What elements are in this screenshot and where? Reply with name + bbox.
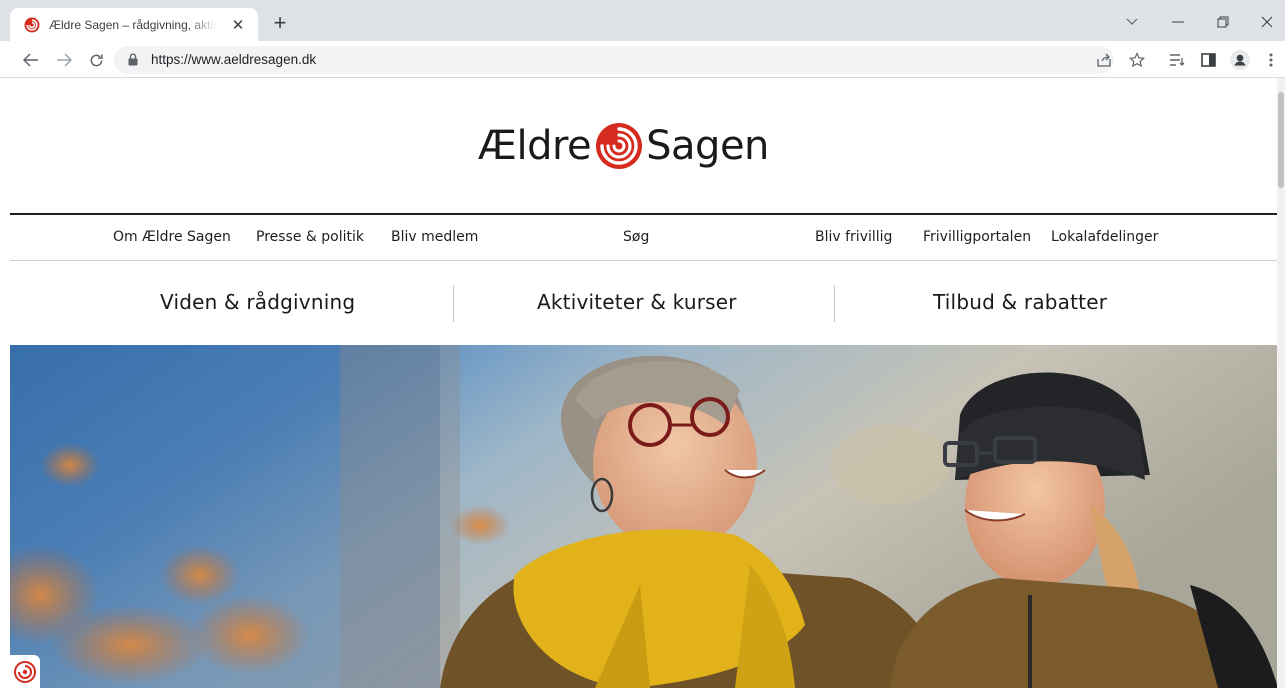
url-text: https://www.aeldresagen.dk: [151, 52, 317, 67]
page-scrollbar[interactable]: [1277, 78, 1285, 688]
browser-toolbar: https://www.aeldresagen.dk: [0, 41, 1285, 78]
address-bar[interactable]: https://www.aeldresagen.dk: [114, 46, 1114, 74]
nav-presse-politik[interactable]: Presse & politik: [256, 229, 364, 245]
main-nav-aktiviteter-kurser[interactable]: Aktiviteter & kurser: [537, 290, 737, 314]
tab-close-icon[interactable]: ✕: [228, 15, 248, 35]
main-nav-separator: [834, 285, 835, 322]
bookmark-star-icon[interactable]: [1124, 47, 1150, 73]
reading-list-icon[interactable]: [1164, 47, 1190, 73]
minimize-icon[interactable]: [1163, 10, 1193, 34]
logo-word-left: Ældre: [478, 123, 592, 169]
aeldresagen-spiral-icon: [24, 17, 40, 32]
header-divider: [10, 213, 1278, 215]
tab-search-chevron-icon[interactable]: [1117, 10, 1147, 34]
restore-icon[interactable]: [1208, 10, 1238, 34]
close-window-icon[interactable]: [1252, 10, 1282, 34]
main-nav-tilbud-rabatter[interactable]: Tilbud & rabatter: [933, 290, 1107, 314]
browser-tabstrip: Ældre Sagen – rådgivning, aktiviteter og…: [0, 0, 1285, 41]
cookie-consent-button[interactable]: [10, 655, 40, 688]
nav-bliv-frivillig[interactable]: Bliv frivillig: [815, 229, 892, 245]
more-menu-icon[interactable]: [1258, 47, 1284, 73]
tab-title: Ældre Sagen – rådgivning, aktiviteter og…: [49, 17, 217, 32]
site-logo[interactable]: Ældre Sagen: [478, 116, 812, 176]
main-nav-separator: [453, 285, 454, 322]
side-panel-icon[interactable]: [1195, 47, 1221, 73]
nav-frivilligportalen[interactable]: Frivilligportalen: [923, 229, 1031, 245]
scrollbar-thumb[interactable]: [1278, 92, 1284, 188]
nav-lokalafdelinger[interactable]: Lokalafdelinger: [1051, 229, 1158, 245]
lock-icon: [128, 53, 138, 66]
profile-avatar-icon[interactable]: [1227, 47, 1253, 73]
forward-arrow-icon[interactable]: [51, 47, 77, 73]
browser-tab[interactable]: Ældre Sagen – rådgivning, aktiviteter og…: [10, 8, 258, 41]
main-nav-viden-raadgivning[interactable]: Viden & rådgivning: [160, 290, 355, 314]
nav-bliv-medlem[interactable]: Bliv medlem: [391, 229, 478, 245]
page-viewport: Ældre Sagen Om Ældre Sagen Presse & poli…: [0, 78, 1285, 688]
logo-word-right: Sagen: [646, 123, 769, 169]
red-spiral-icon: [14, 660, 36, 683]
new-tab-button[interactable]: +: [268, 12, 292, 36]
hero-image: [10, 345, 1278, 688]
nav-om-aeldre-sagen[interactable]: Om Ældre Sagen: [113, 229, 231, 245]
back-arrow-icon[interactable]: [18, 47, 44, 73]
share-icon[interactable]: [1091, 47, 1117, 73]
red-spiral-logo-icon: [596, 123, 643, 169]
reload-icon[interactable]: [83, 47, 109, 73]
nav-divider: [10, 260, 1278, 261]
nav-search-link[interactable]: Søg: [623, 229, 649, 245]
